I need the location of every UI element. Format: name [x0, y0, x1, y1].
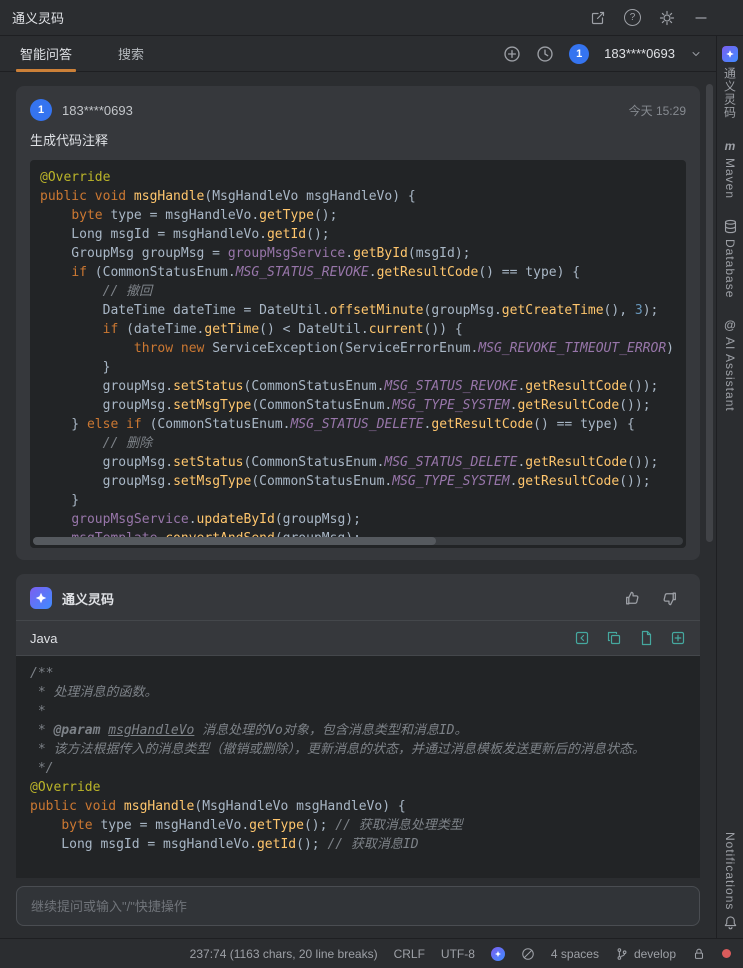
git-branch-name: develop [633, 946, 676, 961]
create-file-icon[interactable] [638, 630, 654, 646]
git-branch-icon [615, 947, 629, 961]
ai-assistant-icon: @ [724, 318, 736, 333]
assistant-header: 通义灵码 [16, 584, 700, 612]
tab-qa[interactable]: 智能问答 [14, 36, 78, 72]
code-horizontal-scrollbar-thumb[interactable] [33, 537, 436, 545]
assistant-avatar [30, 587, 52, 609]
lock-icon[interactable] [692, 947, 706, 961]
minimize-icon[interactable] [693, 10, 709, 26]
response-code-lines: /** * 处理消息的函数。 * * @param msgHandleVo 消息… [30, 666, 645, 852]
toolwindow-notifications[interactable]: Notifications [723, 832, 738, 930]
user-message: 1 183****0693 今天 15:29 生成代码注释 @Override p… [16, 86, 700, 560]
right-tool-strip: 通义灵码 m Maven Database @ AI Assistant Not… [716, 36, 743, 938]
user-avatar: 1 [30, 99, 52, 121]
code-actions [574, 630, 686, 646]
user-name: 183****0693 [62, 102, 133, 118]
chat-area: 1 183****0693 今天 15:29 生成代码注释 @Override p… [0, 72, 716, 878]
history-icon[interactable] [536, 45, 554, 63]
help-glyph: ? [624, 9, 641, 26]
chat-scrollbar-thumb[interactable] [706, 84, 713, 542]
database-icon [723, 219, 738, 234]
bell-icon [723, 915, 738, 930]
toolwindow-ai-assistant-label: AI Assistant [723, 337, 737, 413]
caret-position[interactable]: 237:74 (1163 chars, 20 line breaks) [190, 947, 378, 961]
tongyi-logo-icon [35, 592, 47, 604]
copy-code-icon[interactable] [606, 630, 622, 646]
user-message-header: 1 183****0693 今天 15:29 [30, 98, 686, 122]
assistant-message: 通义灵码 Java /** * 处理消息的函数。 * * @param msgH… [16, 574, 700, 878]
code-horizontal-scrollbar[interactable] [33, 537, 683, 545]
tab-qa-label: 智能问答 [20, 47, 73, 62]
toolwindow-tongyi-label: 通义灵码 [722, 67, 737, 119]
thumbs-up-icon[interactable] [624, 590, 641, 607]
tab-search[interactable]: 搜索 [112, 36, 150, 72]
tabbar: 智能问答 搜索 1 183****0693 [0, 36, 716, 72]
statusbar: 237:74 (1163 chars, 20 line breaks) CRLF… [0, 938, 743, 968]
diff-insert-icon[interactable] [670, 630, 686, 646]
request-code-lines: @Override public void msgHandle(MsgHandle… [40, 170, 674, 546]
new-session-icon[interactable] [503, 45, 521, 63]
code-language-label: Java [30, 630, 58, 646]
error-dot-icon [722, 949, 731, 958]
message-timestamp: 今天 15:29 [628, 103, 686, 118]
tab-search-label: 搜索 [118, 47, 145, 62]
account-name[interactable]: 183****0693 [604, 46, 675, 61]
line-separator[interactable]: CRLF [394, 947, 425, 961]
toolwindow-database-label: Database [723, 239, 737, 299]
titlebar: 通义灵码 ? [0, 0, 743, 36]
titlebar-actions: ? [590, 9, 731, 26]
composer [0, 878, 716, 938]
chevron-down-icon[interactable] [690, 48, 702, 60]
toolwindow-maven[interactable]: m Maven [723, 139, 737, 199]
toolwindow-ai-assistant[interactable]: @ AI Assistant [723, 318, 737, 412]
error-indicator[interactable] [722, 949, 731, 958]
file-encoding[interactable]: UTF-8 [441, 947, 475, 961]
git-branch-widget[interactable]: develop [615, 947, 676, 961]
settings-gear-icon[interactable] [659, 10, 675, 26]
tabbar-actions: 1 183****0693 [503, 43, 702, 64]
toolwindow-database[interactable]: Database [723, 219, 738, 298]
assistant-name: 通义灵码 [62, 591, 115, 607]
chat-input[interactable] [16, 886, 700, 926]
toolwindow-notifications-label: Notifications [723, 831, 737, 910]
insert-code-icon[interactable] [574, 630, 590, 646]
request-code-block: @Override public void msgHandle(MsgHandle… [30, 160, 686, 548]
new-chat-icon[interactable] [590, 10, 606, 26]
help-icon[interactable]: ? [624, 9, 641, 26]
toolwindow-maven-label: Maven [723, 158, 737, 200]
toolwindow-tongyi[interactable]: 通义灵码 [722, 46, 739, 119]
tongyi-status-icon[interactable] [490, 946, 505, 961]
code-toolbar: Java [16, 620, 700, 656]
thumbs-down-icon[interactable] [661, 590, 678, 607]
user-message-text: 生成代码注释 [30, 133, 109, 148]
feedback-actions [624, 590, 686, 607]
account-avatar[interactable]: 1 [569, 43, 590, 64]
chat-scrollbar[interactable] [706, 78, 713, 872]
tongyi-strip-icon [722, 46, 738, 62]
inspections-off-icon[interactable] [521, 947, 535, 961]
maven-icon: m [724, 139, 736, 153]
window-title: 通义灵码 [12, 11, 65, 26]
response-code-block: /** * 处理消息的函数。 * * @param msgHandleVo 消息… [16, 656, 700, 878]
indent-style[interactable]: 4 spaces [551, 947, 599, 961]
